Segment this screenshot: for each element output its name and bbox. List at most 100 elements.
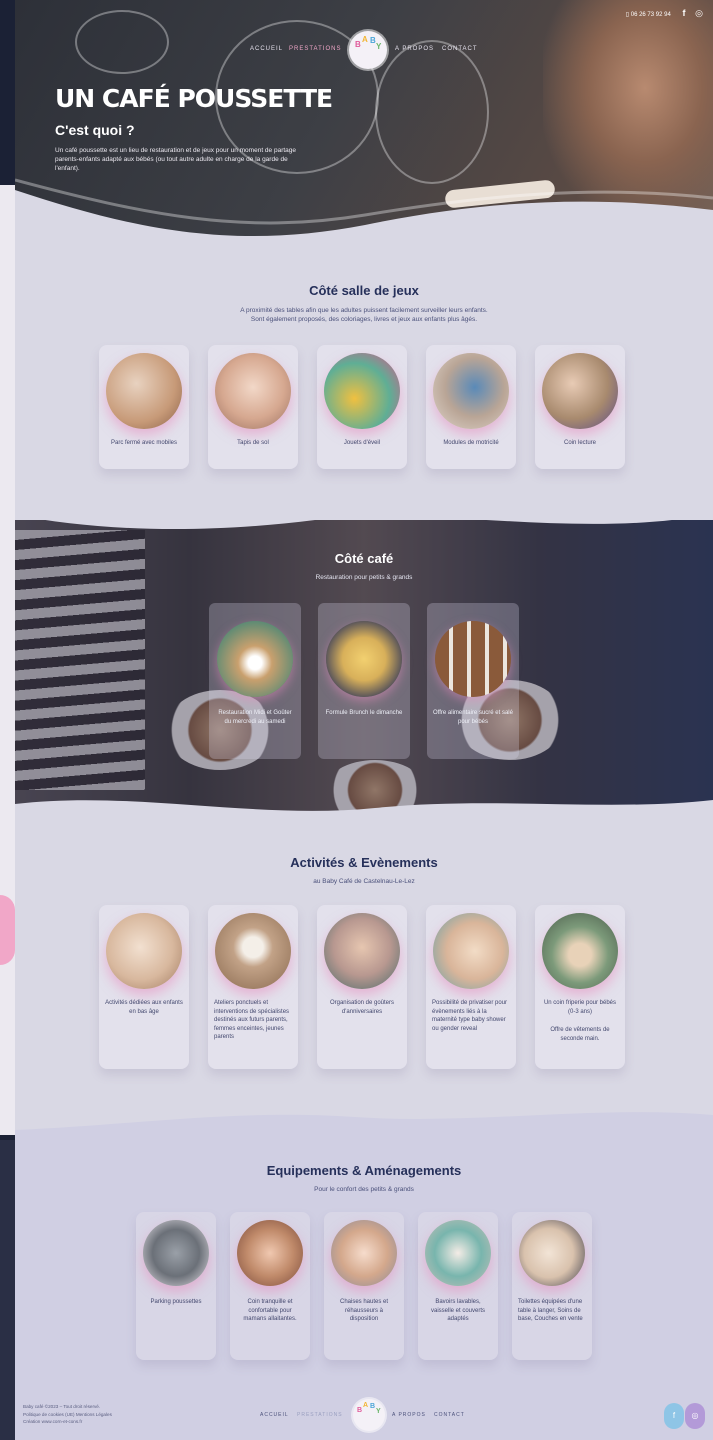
logo-letter: Y [376, 1408, 381, 1415]
logo[interactable]: B A B Y [349, 31, 387, 69]
equipement-label: Chaises hautes et réhausseurs à disposit… [339, 1299, 389, 1322]
jeux-label: Tapis de sol [237, 440, 269, 446]
topbar: ▯ 06 26 73 92 94 f ◎ [626, 8, 703, 19]
equipements-subtitle: Pour le confort des petits & grands [314, 1186, 414, 1193]
instagram-icon[interactable]: ◎ [695, 8, 703, 18]
cafe-photo [326, 621, 402, 697]
equipement-photo [425, 1220, 491, 1286]
logo-letter: A [363, 1402, 369, 1409]
equipement-photo [237, 1220, 303, 1286]
equipement-card: Coin tranquille et confortable pour mama… [230, 1212, 310, 1360]
page: ▯ 06 26 73 92 94 f ◎ ACCUEIL PRESTATIONS… [15, 0, 713, 1440]
jeux-label: Parc fermé avec mobiles [110, 440, 178, 446]
equipement-photo [331, 1220, 397, 1286]
footer: Baby café ©2023 – Tout droit réservé. Po… [15, 1395, 713, 1440]
activite-photo [433, 913, 509, 989]
logo-letter: B [357, 1407, 363, 1414]
footer-nav-a-propos[interactable]: A PROPOS [392, 1412, 426, 1418]
activite-label: Possibilité de privatiser pour évènement… [432, 1000, 508, 1032]
activites-subtitle: au Baby Café de Castelnau-Le-Lez [313, 878, 415, 885]
activite-label: Organisation de goûters d'anniversaires [329, 1000, 395, 1015]
phone-number[interactable]: 06 26 73 92 94 [631, 12, 671, 18]
logo-letter: B [370, 1403, 376, 1410]
equipement-label: Parking poussettes [150, 1299, 202, 1305]
jeux-label: Modules de motricité [443, 440, 499, 446]
activites-title: Activités & Evènements [290, 855, 438, 870]
activite-label: Activités dédiées aux enfants en bas âge [105, 1000, 183, 1015]
equipement-card: Parking poussettes [136, 1212, 216, 1360]
equipement-label: Coin tranquille et confortable pour mama… [243, 1299, 297, 1322]
footer-nav-contact[interactable]: CONTACT [434, 1412, 465, 1418]
activite-card: Possibilité de privatiser pour évènement… [426, 905, 516, 1069]
activite-card: Un coin friperie pour bébés (0-3 ans) Of… [535, 905, 625, 1069]
jeux-card: Parc fermé avec mobiles [99, 345, 189, 469]
nav-prestations[interactable]: PRESTATIONS [289, 46, 341, 52]
jeux-card: Tapis de sol [208, 345, 298, 469]
footer-credit[interactable]: Création www.corn-et-cons.fr [23, 1418, 112, 1426]
nav-accueil[interactable]: ACCUEIL [250, 46, 283, 52]
chalk-drawing [375, 40, 489, 184]
hero-title: UN CAFÉ POUSSETTE [55, 84, 333, 113]
jeux-photo [324, 353, 400, 429]
footer-legal: Baby café ©2023 – Tout droit réservé. Po… [23, 1403, 112, 1426]
jeux-photo [106, 353, 182, 429]
logo-letter: B [355, 40, 361, 49]
hero-wave [15, 178, 713, 260]
left-edge-dark [0, 1140, 15, 1440]
cafe-card: Formule Brunch le dimanche [318, 603, 410, 759]
cafe-subtitle: Restauration pour petits & grands [315, 574, 413, 581]
footer-copyright: Baby café ©2023 – Tout droit réservé. [23, 1404, 101, 1409]
equipement-card: Chaises hautes et réhausseurs à disposit… [324, 1212, 404, 1360]
cafe-card: Restauration Midi et Goûter du mercredi … [209, 603, 301, 759]
hero-subtitle: C'est quoi ? [55, 122, 135, 138]
cafe-wave-bottom [15, 800, 713, 830]
equipements-wave [15, 1095, 713, 1130]
equipement-label: Toilettes équipées d'une table à langer,… [518, 1299, 583, 1322]
logo-letter: B [370, 36, 376, 45]
logo-letter: A [362, 35, 368, 44]
cafe-title: Côté café [334, 551, 394, 566]
cafe-label: Offre alimentaire sucré et salé pour béb… [433, 710, 513, 725]
activite-card: Ateliers ponctuels et interventions de s… [208, 905, 298, 1069]
nav-contact[interactable]: CONTACT [442, 46, 478, 52]
activite-label: Ateliers ponctuels et interventions de s… [214, 1000, 290, 1040]
equipement-label: Bavoirs lavables, vaisselle et couverts … [430, 1299, 486, 1322]
cafe-photo [435, 621, 511, 697]
cafe-wave-top [15, 500, 713, 530]
footer-logo[interactable]: B A B Y [353, 1399, 385, 1431]
jeux-photo [433, 353, 509, 429]
footer-nav-accueil[interactable]: ACCUEIL [260, 1412, 289, 1418]
jeux-subtitle: A proximité des tables afin que les adul… [240, 307, 488, 323]
left-edge [0, 0, 15, 1440]
activite-photo [324, 913, 400, 989]
instagram-icon[interactable]: ◎ [685, 1403, 705, 1429]
activite-label: Un coin friperie pour bébés (0-3 ans) [543, 1000, 617, 1015]
cafe-label: Restauration Midi et Goûter du mercredi … [218, 710, 292, 725]
jeux-card: Coin lecture [535, 345, 625, 469]
cafe-card: Offre alimentaire sucré et salé pour béb… [427, 603, 519, 759]
facebook-icon[interactable]: f [664, 1403, 684, 1429]
chalk-drawing [75, 10, 169, 74]
jeux-photo [215, 353, 291, 429]
nav-a-propos[interactable]: A PROPOS [395, 46, 434, 52]
facebook-icon[interactable]: f [682, 8, 685, 18]
footer-policy-links[interactable]: Politique de cookies (UE) Mentions Légal… [23, 1411, 112, 1419]
cafe-label: Formule Brunch le dimanche [325, 710, 403, 716]
activite-photo [215, 913, 291, 989]
jeux-photo [542, 353, 618, 429]
jeux-label: Jouets d'éveil [343, 440, 381, 446]
activite-card: Organisation de goûters d'anniversaires [317, 905, 407, 1069]
equipement-card: Toilettes équipées d'une table à langer,… [512, 1212, 592, 1360]
activite-extra: Offre de vêtements de seconde main. [550, 1027, 610, 1042]
logo-letter: Y [376, 42, 382, 51]
footer-nav-prestations[interactable]: PRESTATIONS [297, 1412, 343, 1418]
activite-photo [106, 913, 182, 989]
jeux-card: Jouets d'éveil [317, 345, 407, 469]
jeux-label: Coin lecture [563, 440, 596, 446]
equipement-card: Bavoirs lavables, vaisselle et couverts … [418, 1212, 498, 1360]
jeux-title: Côté salle de jeux [309, 283, 419, 298]
equipement-photo [519, 1220, 585, 1286]
equipement-photo [143, 1220, 209, 1286]
left-edge-light [0, 185, 15, 1135]
jeux-card: Modules de motricité [426, 345, 516, 469]
